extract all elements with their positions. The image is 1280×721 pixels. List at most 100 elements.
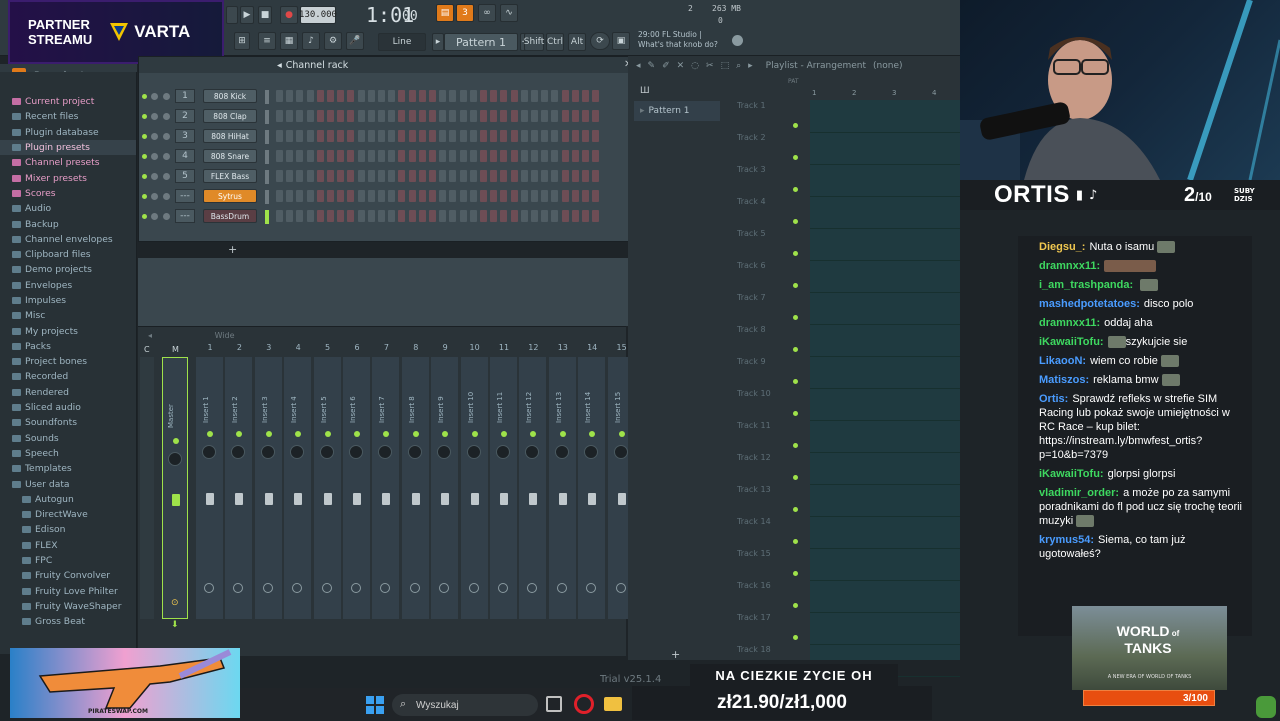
insert-pan-knob[interactable] (496, 445, 510, 459)
channel-select-bar[interactable] (265, 150, 269, 164)
step-button[interactable] (500, 110, 508, 122)
step-button[interactable] (378, 90, 385, 102)
step-button[interactable] (592, 90, 600, 102)
step-button[interactable] (582, 170, 589, 182)
step-button[interactable] (418, 190, 426, 202)
step-button[interactable] (439, 210, 447, 222)
insert-led[interactable] (442, 431, 449, 437)
step-button[interactable] (561, 130, 569, 142)
step-button[interactable] (418, 170, 426, 182)
chat-username[interactable]: vladimir_order: (1039, 487, 1119, 499)
step-button[interactable] (408, 210, 416, 222)
channel-led[interactable] (142, 94, 147, 99)
step-button[interactable] (316, 190, 324, 202)
insert-pan-knob[interactable] (378, 445, 393, 459)
channel-pan-knob[interactable] (151, 193, 158, 200)
metronome-button[interactable]: ▤ (436, 4, 454, 22)
step-button[interactable] (286, 190, 294, 202)
chat-username[interactable]: Diegsu_: (1039, 241, 1085, 253)
step-button[interactable] (490, 210, 498, 222)
insert-pan-knob[interactable] (584, 445, 599, 459)
step-button[interactable] (541, 170, 549, 182)
browser-item[interactable]: Sounds (0, 431, 136, 446)
step-button[interactable] (531, 210, 538, 222)
step-button[interactable] (592, 210, 600, 222)
step-button[interactable] (592, 170, 600, 182)
channel-led[interactable] (142, 194, 147, 199)
channel-name-button[interactable]: BassDrum (203, 209, 257, 223)
step-button[interactable] (337, 150, 345, 162)
step-button[interactable] (378, 210, 385, 222)
step-button[interactable] (286, 90, 294, 102)
step-button[interactable] (286, 130, 294, 142)
file-explorer-icon[interactable] (604, 697, 622, 711)
chat-username[interactable]: LikaooN: (1039, 355, 1086, 367)
snap-icon[interactable]: ⊞ (234, 32, 250, 50)
step-button[interactable] (296, 110, 304, 122)
channel-number[interactable]: 3 (175, 129, 195, 143)
track-led[interactable] (793, 475, 798, 480)
channel-row[interactable]: 4 808 Snare (139, 149, 629, 165)
chat-username[interactable]: Matiszos: (1039, 374, 1089, 386)
insert-route-icon[interactable] (527, 583, 538, 593)
step-button[interactable] (306, 150, 314, 162)
playlist-menu-icon[interactable]: ◂ (636, 61, 641, 71)
step-button[interactable] (490, 90, 498, 102)
insert-led[interactable] (412, 431, 419, 437)
step-button[interactable] (449, 170, 457, 182)
channel-select-bar[interactable] (265, 90, 269, 104)
select-icon[interactable]: ⬚ (721, 61, 730, 71)
chat-username[interactable]: krymus54: (1039, 534, 1094, 546)
step-button[interactable] (551, 130, 559, 142)
insert-pan-knob[interactable] (202, 445, 216, 459)
step-button[interactable] (520, 190, 528, 202)
track-led[interactable] (793, 123, 798, 128)
track-label[interactable]: Track 18 (737, 645, 797, 654)
step-button[interactable] (276, 90, 283, 102)
channel-select-bar[interactable] (265, 110, 269, 124)
step-button[interactable] (347, 170, 355, 182)
step-button[interactable] (449, 150, 457, 162)
insert-strip[interactable]: Insert 9 (431, 357, 459, 619)
playlist-grid[interactable] (810, 100, 960, 660)
step-button[interactable] (316, 170, 324, 182)
mixer-menu-icon[interactable]: ◂ (148, 331, 152, 340)
channel-select-bar[interactable] (265, 170, 269, 184)
browser-item[interactable]: Impulses (0, 293, 136, 308)
track-label[interactable]: Track 1 (737, 101, 797, 110)
browser-item[interactable]: Gross Beat (0, 614, 136, 629)
step-button[interactable] (561, 170, 569, 182)
track-led[interactable] (793, 635, 798, 640)
step-button[interactable] (439, 90, 447, 102)
step-button[interactable] (592, 190, 600, 202)
channel-volume-knob[interactable] (163, 93, 170, 100)
browser-item[interactable]: Fruity Convolver (0, 568, 136, 583)
chat-username[interactable]: dramnxx11: (1039, 317, 1100, 329)
ctrl-key-button[interactable]: Ctrl (546, 33, 564, 51)
chat-username[interactable]: Ortis: (1039, 393, 1068, 405)
track-label[interactable]: Track 15 (737, 549, 797, 558)
plugin-icon[interactable]: ⚙ (324, 32, 342, 50)
insert-strip[interactable]: Insert 8 (401, 357, 429, 619)
mixer-view-icon[interactable]: ≡ (258, 32, 276, 50)
browser-item[interactable]: Speech (0, 446, 136, 461)
insert-strip[interactable]: Insert 5 (313, 357, 341, 619)
step-button[interactable] (306, 90, 314, 102)
browser-item[interactable]: Recorded (0, 369, 136, 384)
master-route-icon[interactable]: ⊙ (171, 598, 179, 608)
track-label[interactable]: Track 17 (737, 613, 797, 622)
insert-led[interactable] (265, 431, 272, 437)
track-label[interactable]: Track 13 (737, 485, 797, 494)
step-button[interactable] (337, 110, 345, 122)
step-button[interactable] (418, 150, 426, 162)
track-label[interactable]: Track 10 (737, 389, 797, 398)
channel-number[interactable]: --- (175, 209, 195, 223)
insert-route-icon[interactable] (262, 583, 273, 593)
step-button[interactable] (418, 210, 426, 222)
step-button[interactable] (439, 110, 447, 122)
channel-number[interactable]: 4 (175, 149, 195, 163)
step-button[interactable] (510, 190, 518, 202)
step-button[interactable] (480, 210, 487, 222)
chat-username[interactable]: iKawaiiTofu: (1039, 468, 1104, 480)
step-button[interactable] (347, 190, 355, 202)
